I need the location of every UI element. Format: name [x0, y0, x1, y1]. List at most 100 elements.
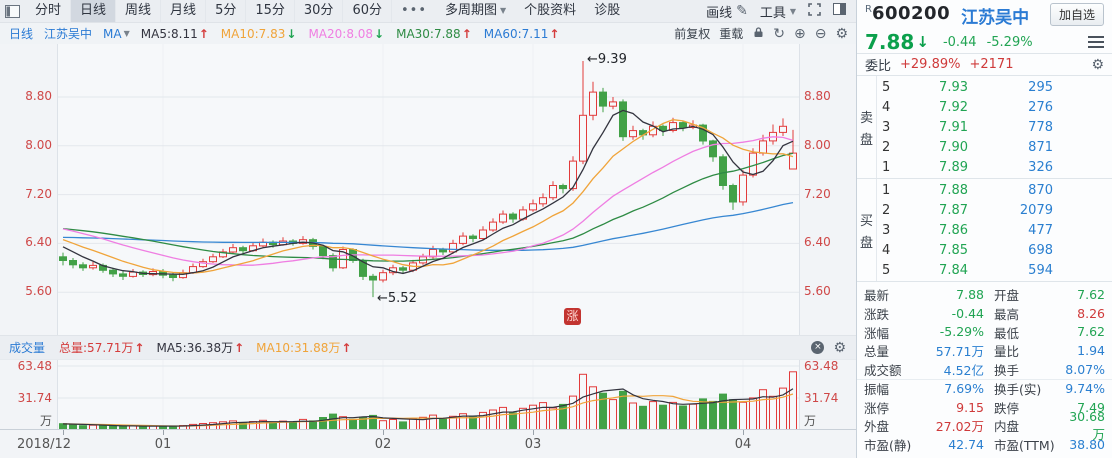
add-watchlist-button[interactable]: 加自选 [1050, 3, 1104, 26]
gear-icon[interactable]: ⚙ [835, 27, 848, 41]
sell-order-row[interactable]: 37.91778 [877, 117, 1112, 137]
order-volume: 870 [968, 183, 1053, 198]
stock-name-label: 江苏吴中 [44, 25, 92, 42]
order-volume: 326 [968, 160, 1053, 175]
period-label: 日线 [9, 25, 33, 42]
panel-toggle-icon[interactable] [833, 3, 846, 19]
buy-order-row[interactable]: 47.85698 [877, 241, 1112, 261]
ma-value-2: MA20:8.08↓ [308, 27, 384, 41]
stat-row: 振幅7.69%换手(实)9.74% [857, 379, 1112, 398]
down-arrow-icon: ↓ [916, 33, 929, 51]
tab-weekly[interactable]: 周线 [116, 0, 161, 22]
close-icon[interactable]: × [811, 341, 824, 354]
stock-info-button[interactable]: 个股资料 [515, 0, 585, 22]
buy-order-row[interactable]: 57.84594 [877, 261, 1112, 281]
stat-row: 最新7.88开盘7.62 [857, 285, 1112, 304]
stat-label: 跌停 [994, 398, 1060, 417]
draw-line-button[interactable]: 画线 ✎ [706, 2, 748, 21]
tab-time-sharing[interactable]: 分时 [26, 0, 71, 22]
sell-order-label: 卖盘 [857, 76, 877, 178]
volume-canvas [0, 360, 856, 430]
layout-toggle-icon[interactable] [5, 5, 20, 18]
gear-icon[interactable]: ⚙ [1091, 58, 1104, 72]
order-price: 7.86 [898, 223, 968, 238]
stat-label: 涨跌 [864, 304, 920, 323]
tools-button[interactable]: 工具 ▼ [760, 2, 796, 21]
diagnose-button[interactable]: 诊股 [585, 0, 629, 22]
period-tabs: 分时日线周线月线5分15分30分60分 [26, 0, 392, 22]
lock-icon[interactable] [752, 26, 764, 41]
time-label: 01 [155, 437, 172, 452]
stat-row: 市盈(静)42.74市盈(TTM)38.80 [857, 435, 1112, 454]
tab-daily[interactable]: 日线 [71, 0, 116, 22]
stat-label: 外盘 [864, 416, 920, 435]
stat-label: 最低 [994, 323, 1060, 342]
forward-adjust-button[interactable]: 前复权 [674, 25, 710, 42]
volume-unit-label: 万 [804, 412, 854, 429]
stat-value: 7.62 [1060, 324, 1105, 339]
order-price: 7.84 [898, 263, 968, 278]
fullscreen-icon[interactable] [808, 3, 821, 20]
refresh-icon[interactable]: ↻ [773, 27, 785, 41]
ma-selector[interactable]: MA ▼ [103, 27, 130, 41]
tab-30min[interactable]: 30分 [295, 0, 344, 22]
menu-icon[interactable] [1088, 36, 1104, 48]
event-badge[interactable]: 涨 [564, 308, 581, 325]
order-level: 3 [882, 120, 898, 135]
tab-15min[interactable]: 15分 [246, 0, 295, 22]
reload-button[interactable]: 重载 [719, 25, 743, 42]
chevron-down-icon: ▼ [500, 0, 506, 22]
stat-value: -5.29% [920, 324, 984, 339]
time-label: 2018/12 [17, 437, 71, 452]
tab-60min[interactable]: 60分 [343, 0, 392, 22]
time-label: 03 [525, 437, 542, 452]
stat-value: 7.62 [1060, 287, 1105, 302]
stat-value: 4.52亿 [920, 360, 984, 379]
price-annotation: ←9.39 [587, 52, 627, 67]
volume-value-0: 总量:57.71万↑ [59, 339, 144, 356]
tab-monthly[interactable]: 月线 [161, 0, 206, 22]
chevron-down-icon: ▼ [124, 29, 130, 38]
buy-order-row[interactable]: 37.86477 [877, 220, 1112, 240]
zoom-out-icon[interactable]: ⊖ [815, 27, 827, 41]
sell-order-row[interactable]: 27.90871 [877, 138, 1112, 158]
time-tick [63, 430, 64, 435]
stat-label: 市盈(静) [864, 435, 920, 454]
buy-order-row[interactable]: 27.872079 [877, 200, 1112, 220]
stat-value: 57.71万 [920, 341, 984, 360]
time-tick [743, 430, 744, 435]
weibi-label: 委比 [865, 55, 891, 74]
order-volume: 276 [968, 100, 1053, 115]
price-axis-label: 8.00 [2, 138, 52, 152]
stat-label: 最新 [864, 285, 920, 304]
stat-value: 9.74% [1060, 381, 1105, 396]
multi-period-button[interactable]: 多周期图 ▼ [436, 0, 515, 22]
stat-label: 市盈(TTM) [994, 435, 1060, 454]
time-tick [383, 430, 384, 435]
order-price: 7.87 [898, 203, 968, 218]
price-annotation: ←5.52 [377, 291, 417, 306]
volume-chart[interactable]: 63.4863.4831.7431.74万万 [0, 360, 856, 430]
order-level: 5 [882, 263, 898, 278]
weibi-row: 委比 +29.89% +2171 ⚙ [857, 53, 1112, 76]
tab-5min[interactable]: 5分 [206, 0, 246, 22]
stat-label: 内盘 [994, 416, 1060, 435]
sell-order-row[interactable]: 47.92276 [877, 97, 1112, 117]
ma-values: MA5:8.11↑MA10:7.83↓MA20:8.08↓MA30:7.88↑M… [141, 27, 560, 41]
ma-value-1: MA10:7.83↓ [221, 27, 297, 41]
buy-order-row[interactable]: 17.88870 [877, 180, 1112, 200]
more-periods-button[interactable]: ••• [392, 0, 436, 22]
stat-row: 总量57.71万量比1.94 [857, 341, 1112, 360]
down-arrow-icon: ↓ [286, 27, 296, 41]
zoom-in-icon[interactable]: ⊕ [794, 27, 806, 41]
volume-indicator-bar: 成交量 总量:57.71万↑MA5:36.38万↑MA10:31.88万↑ × … [0, 335, 856, 360]
time-label: 04 [735, 437, 752, 452]
stat-label: 开盘 [994, 285, 1060, 304]
sell-order-row[interactable]: 17.89326 [877, 158, 1112, 178]
price-chart[interactable]: 8.808.808.008.007.207.206.406.405.605.60… [0, 44, 856, 335]
sell-order-row[interactable]: 57.93295 [877, 77, 1112, 97]
gear-icon[interactable]: ⚙ [833, 341, 846, 355]
volume-axis-label: 63.48 [804, 359, 854, 373]
pencil-icon: ✎ [736, 4, 748, 18]
time-label: 02 [375, 437, 392, 452]
